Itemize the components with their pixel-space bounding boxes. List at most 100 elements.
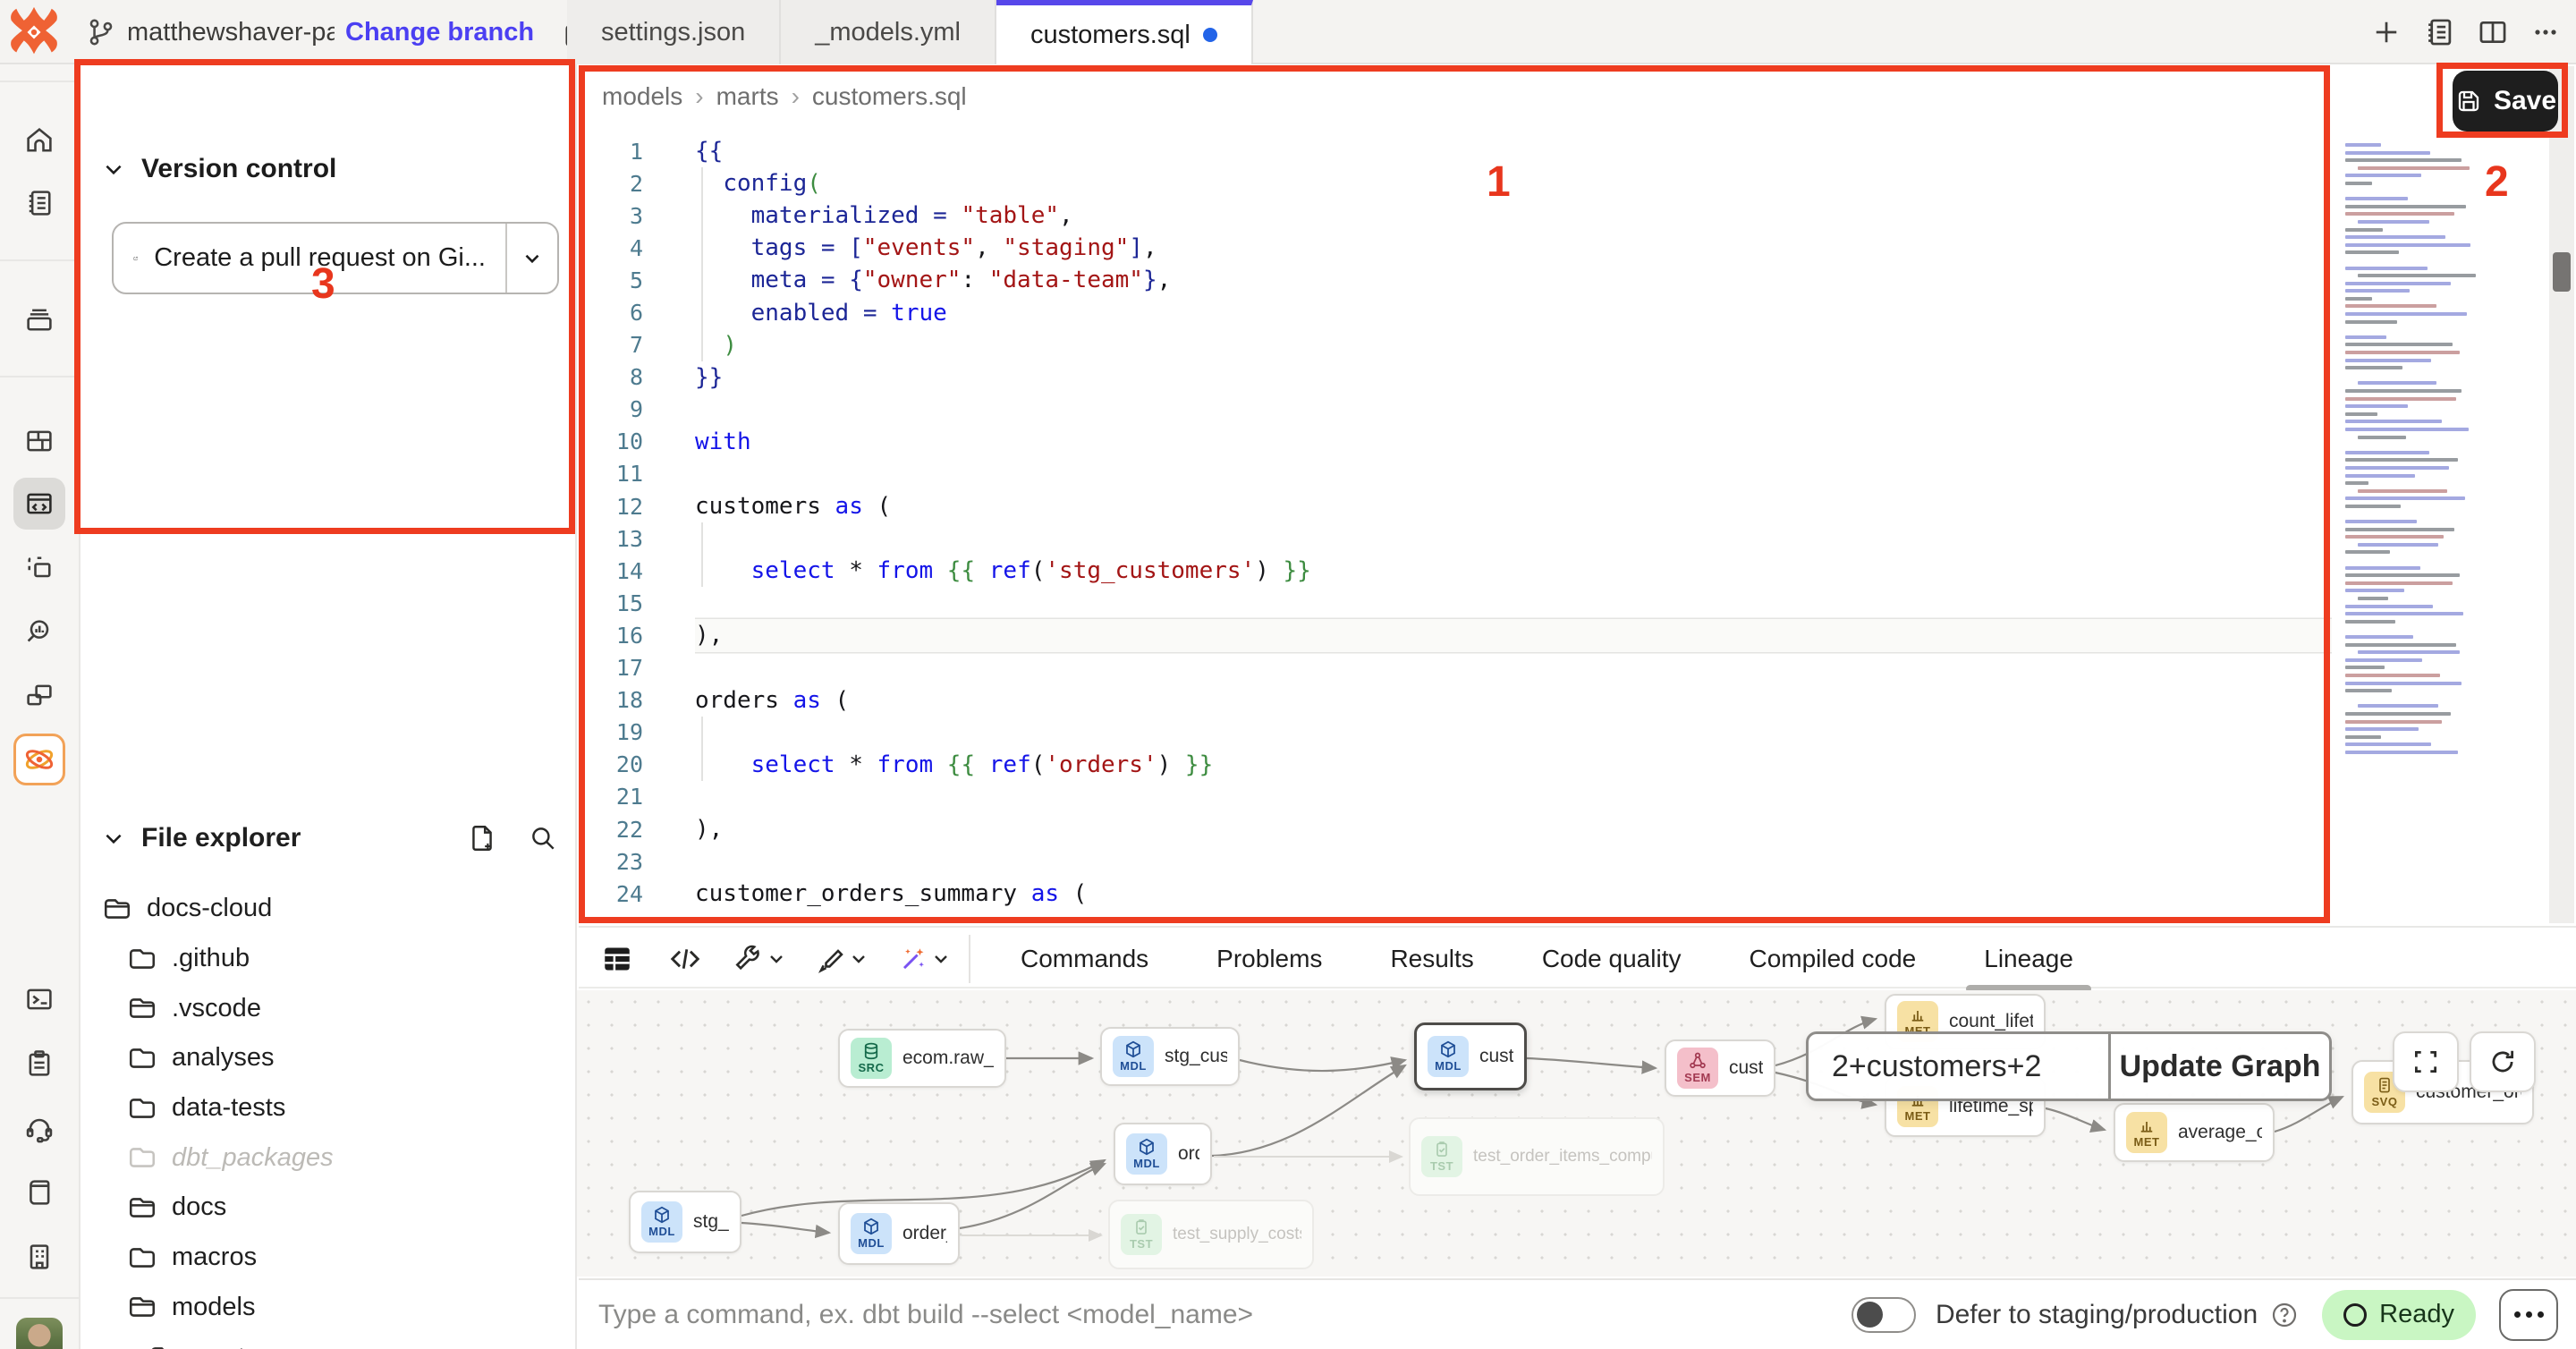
notebook-icon[interactable]: [13, 177, 65, 229]
code-line-22[interactable]: 22),: [579, 813, 2332, 845]
tab-settings.json[interactable]: settings.json: [567, 0, 781, 64]
build-tools-caret-icon[interactable]: [765, 940, 788, 978]
windows-icon[interactable]: [13, 669, 65, 721]
home-icon[interactable]: [13, 115, 65, 166]
code-line-9[interactable]: 9: [579, 394, 2332, 426]
code-line-8[interactable]: 8}}: [579, 361, 2332, 394]
code-line-18[interactable]: 18orders as (: [579, 684, 2332, 717]
fullscreen-button[interactable]: [2393, 1031, 2459, 1092]
organization-icon[interactable]: [13, 1231, 65, 1283]
lineage-node-customers[interactable]: MDLcustomers: [1414, 1022, 1527, 1090]
code-line-17[interactable]: 17: [579, 652, 2332, 684]
file-tree-item-marts[interactable]: marts: [80, 1332, 575, 1349]
lineage-graph[interactable]: SRCecom.raw_customers MDLstg_customers MDL…: [577, 990, 2576, 1277]
refresh-button[interactable]: [2470, 1031, 2536, 1092]
bottom-tab-lineage[interactable]: Lineage: [1979, 930, 2079, 988]
code-line-20[interactable]: 20 select * from {{ ref('orders') }}: [579, 749, 2332, 781]
file-tree-item-docs-cloud[interactable]: docs-cloud: [80, 884, 575, 934]
ai-fix-icon[interactable]: [894, 940, 931, 978]
user-avatar[interactable]: [13, 1315, 65, 1349]
new-file-icon[interactable]: [467, 823, 497, 853]
code-line-7[interactable]: 7 ): [579, 329, 2332, 361]
version-control-header[interactable]: Version control: [102, 154, 336, 184]
lineage-selector-input[interactable]: 2+customers+2: [1809, 1034, 2111, 1099]
code-line-2[interactable]: 2 config(: [579, 167, 2332, 199]
code-line-12[interactable]: 12customers as (: [579, 490, 2332, 522]
file-tree-item-.vscode[interactable]: .vscode: [80, 983, 575, 1033]
help-icon[interactable]: [2270, 1301, 2299, 1329]
bottom-tab-commands[interactable]: Commands: [1015, 930, 1154, 988]
inbox-icon[interactable]: [13, 293, 65, 345]
file-tree-item-models[interactable]: models: [80, 1283, 575, 1333]
code-line-3[interactable]: 3 materialized = "table",: [579, 199, 2332, 232]
code-line-11[interactable]: 11: [579, 458, 2332, 490]
headset-icon[interactable]: [13, 1102, 65, 1154]
editor-minimap[interactable]: [2342, 143, 2476, 918]
code-line-21[interactable]: 21: [579, 781, 2332, 813]
code-line-1[interactable]: 1{{: [579, 135, 2332, 167]
code-line-24[interactable]: 24customer_orders_summary as (: [579, 878, 2332, 910]
code-editor-icon[interactable]: [13, 478, 65, 530]
code-line-13[interactable]: 13: [579, 522, 2332, 555]
editor-scrollbar[interactable]: [2549, 66, 2574, 923]
clipboard-icon[interactable]: [13, 1038, 65, 1090]
code-line-10[interactable]: 10with: [579, 426, 2332, 458]
command-input[interactable]: Type a command, ex. dbt build --select <…: [598, 1300, 1852, 1330]
lineage-node-ecom.raw_customers[interactable]: SRCecom.raw_customers: [838, 1029, 1006, 1088]
search-icon[interactable]: [528, 823, 558, 853]
lineage-node-order_items[interactable]: MDLorder_items: [838, 1202, 960, 1265]
breadcrumb-item[interactable]: marts: [716, 82, 779, 111]
scrollbar-thumb[interactable]: [2553, 252, 2571, 292]
tab-customers.sql[interactable]: customers.sql: [996, 0, 1253, 64]
code-line-6[interactable]: 6 enabled = true: [579, 296, 2332, 328]
lineage-node-stg_customers[interactable]: MDLstg_customers: [1100, 1027, 1240, 1086]
split-pane-icon[interactable]: [2476, 15, 2510, 49]
frame-select-icon[interactable]: [13, 542, 65, 594]
lineage-node-orders[interactable]: MDLorders: [1114, 1123, 1212, 1185]
file-explorer-header[interactable]: File explorer: [102, 823, 301, 853]
defer-toggle[interactable]: [1852, 1297, 1916, 1333]
new-tab-plus-icon[interactable]: [2370, 16, 2402, 48]
command-more-button[interactable]: [2499, 1289, 2558, 1341]
copilot-atom-icon[interactable]: [13, 734, 65, 785]
save-button[interactable]: Save: [2453, 71, 2558, 132]
tab-_models.yml[interactable]: _models.yml: [781, 0, 996, 64]
file-tree-item-dbt_packages[interactable]: dbt_packages: [80, 1133, 575, 1183]
code-line-19[interactable]: 19: [579, 717, 2332, 749]
code-line-4[interactable]: 4 tags = ["events", "staging"],: [579, 232, 2332, 264]
code-line-23[interactable]: 23: [579, 845, 2332, 878]
code-line-5[interactable]: 5 meta = {"owner": "data-team"},: [579, 264, 2332, 296]
dbt-logo-icon[interactable]: [7, 5, 61, 59]
notebook-panel-icon[interactable]: [2422, 15, 2456, 49]
file-tree-item-docs[interactable]: docs: [80, 1183, 575, 1233]
code-line-16[interactable]: 16),: [579, 619, 2332, 651]
file-tree-item-data-tests[interactable]: data-tests: [80, 1083, 575, 1133]
file-tree-item-macros[interactable]: macros: [80, 1233, 575, 1283]
terminal-icon[interactable]: [13, 973, 65, 1025]
lineage-node-test_supply_costs_sum_correctly[interactable]: TSTtest_supply_costs_sum_correctly: [1108, 1200, 1314, 1269]
build-tools-icon[interactable]: [729, 940, 767, 978]
docs-book-icon[interactable]: [13, 1167, 65, 1218]
layout-grid-icon[interactable]: [13, 415, 65, 467]
lineage-node-average_order_value[interactable]: METaverage_order_value: [2114, 1103, 2275, 1162]
status-badge[interactable]: Ready: [2322, 1290, 2476, 1340]
update-graph-button[interactable]: Update Graph: [2111, 1034, 2329, 1099]
code-lines[interactable]: 1{{2 config(3 materialized = "table",4 t…: [579, 135, 2332, 910]
bottom-tab-compiled-code[interactable]: Compiled code: [1743, 930, 1921, 988]
code-line-15[interactable]: 15: [579, 587, 2332, 619]
file-tree-item-analyses[interactable]: analyses: [80, 1033, 575, 1083]
bottom-tab-problems[interactable]: Problems: [1211, 930, 1327, 988]
file-tree-item-.github[interactable]: .github: [80, 934, 575, 984]
bottom-tab-results[interactable]: Results: [1385, 930, 1479, 988]
search-insights-icon[interactable]: [13, 607, 65, 658]
lineage-node-test_order_items_compute_to_bools_correctly[interactable]: TSTtest_order_items_compute_to_bools_cor…: [1409, 1117, 1665, 1196]
change-branch-link[interactable]: Change branch: [345, 18, 534, 47]
code-line-14[interactable]: 14 select * from {{ ref('stg_customers')…: [579, 555, 2332, 587]
lineage-node-customers[interactable]: SEMcustomers: [1665, 1039, 1775, 1097]
code-icon[interactable]: [666, 940, 704, 978]
breadcrumb-item[interactable]: customers.sql: [812, 82, 967, 111]
results-table-icon[interactable]: [598, 940, 636, 978]
format-icon[interactable]: [811, 940, 849, 978]
bottom-tab-code-quality[interactable]: Code quality: [1537, 930, 1687, 988]
ai-fix-caret-icon[interactable]: [929, 940, 953, 978]
